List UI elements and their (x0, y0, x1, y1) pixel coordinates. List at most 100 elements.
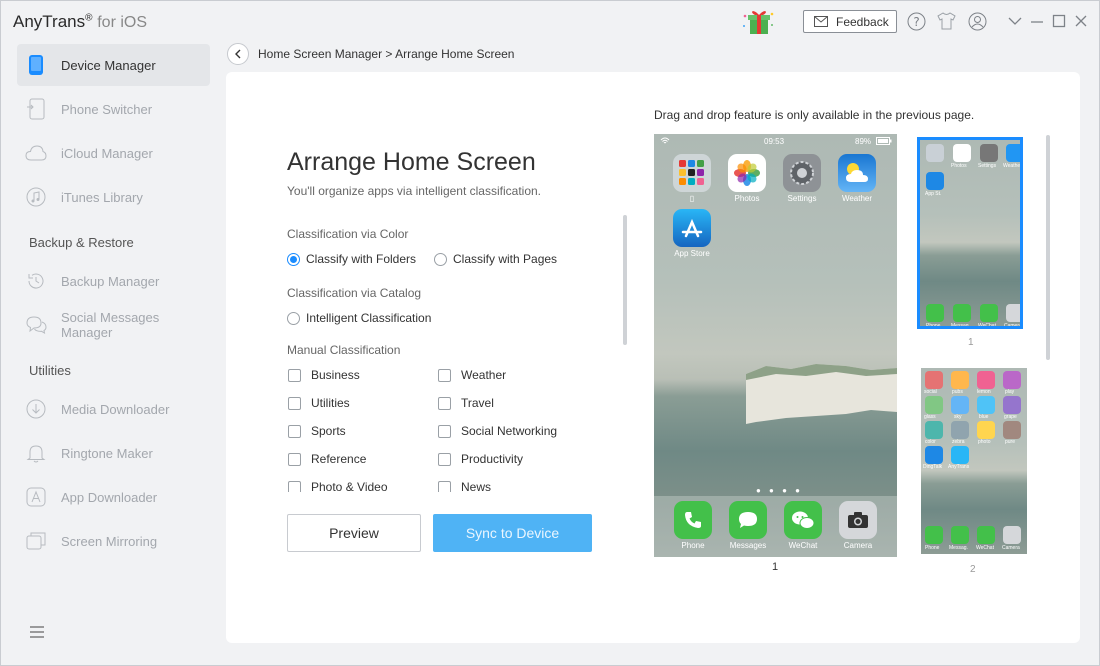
feedback-button[interactable]: Feedback (803, 10, 897, 33)
checkbox-label: Business (311, 368, 360, 382)
thumbnail-app-label: Weather (1003, 163, 1022, 169)
sidebar-item-app-downloader[interactable]: App Downloader (17, 476, 210, 518)
thumbnail-page-1[interactable]: Photos Settings Weather App St. Phone Me… (917, 137, 1023, 329)
phone-battery-level: 89% (855, 137, 872, 146)
checkbox-photo-video[interactable]: Photo & Video (288, 480, 388, 492)
checkbox-weather[interactable]: Weather (438, 368, 506, 382)
preview-button[interactable]: Preview (287, 514, 421, 552)
gear-icon (783, 154, 821, 192)
options-scrollbar[interactable] (623, 215, 627, 345)
app-wechat[interactable]: WeChat (777, 501, 829, 550)
phone-dock: Phone Messages WeChat Camera (654, 496, 897, 557)
minimize-icon[interactable] (1027, 11, 1047, 31)
checkbox-business[interactable]: Business (288, 368, 360, 382)
checkbox-utilities[interactable]: Utilities (288, 396, 350, 410)
sidebar-item-label: Screen Mirroring (61, 533, 158, 549)
sidebar-item-social-messages-manager[interactable]: Social Messages Manager (17, 304, 210, 346)
checkbox-box (438, 452, 451, 466)
sync-to-device-button[interactable]: Sync to Device (433, 514, 592, 552)
sidebar-item-ringtone-maker[interactable]: Ringtone Maker (17, 432, 210, 474)
checkbox-box (288, 480, 301, 492)
app-label: Photos (734, 194, 760, 203)
back-button[interactable] (227, 43, 249, 65)
checkbox-sports[interactable]: Sports (288, 424, 346, 438)
thumbnail-page-2[interactable]: social pubs lemon play glass sky blue gr… (921, 368, 1027, 554)
app-label: Messages (729, 541, 767, 550)
radio-indicator (287, 311, 300, 325)
thumbnail-app-icon (925, 526, 943, 544)
dropdown-menu-icon[interactable] (1005, 11, 1025, 31)
checkbox-reference[interactable]: Reference (288, 452, 366, 466)
radio-classify-folders[interactable]: Classify with Folders (287, 252, 416, 266)
thumbnail-app-label: AnyTrans (948, 464, 970, 470)
thumbnail-app-label: color (925, 439, 936, 445)
thumbnail-app-icon (980, 144, 998, 162)
thumbnail-app-label: Photos (951, 163, 967, 169)
app-weather[interactable]: Weather (831, 154, 883, 203)
thumbnail-app-icon (925, 446, 943, 464)
checkbox-label: Photo & Video (311, 480, 388, 492)
thumbnail-app-icon (951, 446, 969, 464)
breadcrumb: Home Screen Manager > Arrange Home Scree… (258, 47, 515, 61)
radio-intelligent-classification[interactable]: Intelligent Classification (287, 311, 431, 325)
checkbox-label: Productivity (461, 452, 524, 466)
thumbnail-app-icon (977, 371, 995, 389)
sidebar-item-itunes-library[interactable]: iTunes Library (17, 176, 210, 218)
checkbox-box (438, 424, 451, 438)
radio-indicator (434, 252, 447, 266)
thumbnail-app-icon (925, 371, 943, 389)
checkbox-productivity[interactable]: Productivity (438, 452, 523, 466)
section-utilities: Utilities (29, 363, 71, 378)
cloud-icon (25, 142, 47, 164)
checkbox-label: Social Networking (461, 424, 558, 438)
help-icon[interactable]: ? (906, 11, 926, 31)
sidebar-item-phone-switcher[interactable]: Phone Switcher (17, 88, 210, 130)
gift-icon[interactable] (741, 8, 775, 36)
app-folder[interactable]: ▯ (666, 154, 718, 203)
thumbnail-app-label: Messag. (949, 545, 968, 551)
sidebar-item-label: iTunes Library (61, 189, 143, 205)
app-messages[interactable]: Messages (722, 501, 774, 550)
app-phone[interactable]: Phone (667, 501, 719, 550)
sidebar-item-label: Ringtone Maker (61, 445, 153, 461)
thumbnails-scrollbar[interactable] (1046, 135, 1050, 360)
account-icon[interactable] (967, 11, 987, 31)
sidebar-item-icloud-manager[interactable]: iCloud Manager (17, 132, 210, 174)
brand-suffix: for iOS (97, 14, 148, 31)
app-label: ▯ (689, 194, 695, 203)
thumbnail-app-icon (926, 144, 944, 162)
checkbox-box (288, 424, 301, 438)
tshirt-icon[interactable] (936, 11, 956, 31)
close-icon[interactable] (1071, 11, 1091, 31)
thumbnail-app-icon (953, 144, 971, 162)
sidebar-item-screen-mirroring[interactable]: Screen Mirroring (17, 520, 210, 562)
phone-preview: 09:53 89% ▯ Photos Settings Weather App … (654, 134, 897, 557)
app-app-store[interactable]: App Store (666, 209, 718, 258)
thumbnail-app-icon (977, 396, 995, 414)
sidebar-item-device-manager[interactable]: Device Manager (17, 44, 210, 86)
thumbnail-app-icon (977, 526, 995, 544)
thumbnail-page-2-number: 2 (970, 564, 976, 575)
checkbox-news[interactable]: News (438, 480, 491, 492)
thumbnail-app-label: Messag. (951, 323, 970, 329)
checkbox-travel[interactable]: Travel (438, 396, 494, 410)
app-settings[interactable]: Settings (776, 154, 828, 203)
checkbox-social-networking[interactable]: Social Networking (438, 424, 557, 438)
app-camera[interactable]: Camera (832, 501, 884, 550)
thumbnail-app-icon (951, 371, 969, 389)
maximize-icon[interactable] (1049, 11, 1069, 31)
folder-icon (673, 154, 711, 192)
hamburger-menu-icon[interactable] (29, 625, 45, 639)
sidebar-item-backup-manager[interactable]: Backup Manager (17, 260, 210, 302)
wifi-icon (660, 137, 670, 144)
sidebar-item-media-downloader[interactable]: Media Downloader (17, 388, 210, 430)
app-label: WeChat (788, 541, 818, 550)
thumbnail-app-label: App St. (925, 191, 942, 197)
radio-classify-pages[interactable]: Classify with Pages (434, 252, 557, 266)
bell-icon (25, 442, 47, 464)
manual-classification-list: Business Utilities Sports Reference Phot… (287, 364, 617, 492)
battery-icon (876, 137, 892, 145)
thumbnail-page-1-number: 1 (968, 337, 974, 348)
app-photos[interactable]: Photos (721, 154, 773, 203)
sidebar-item-label: Backup Manager (61, 273, 160, 289)
